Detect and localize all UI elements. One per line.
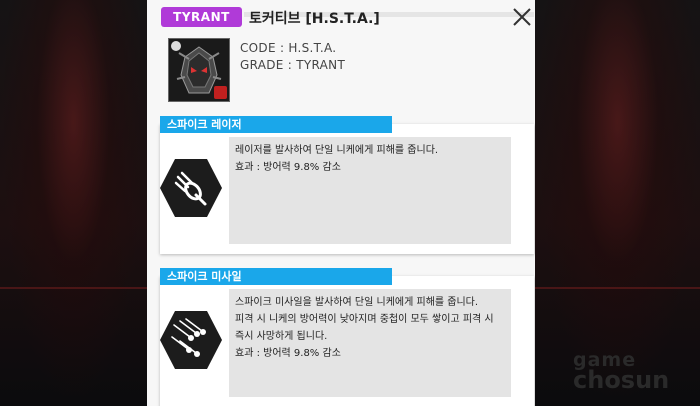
rarity-badge: TYRANT xyxy=(161,7,242,27)
watermark-logo: game chosun xyxy=(573,350,670,394)
code-label: CODE : H.S.T.A. xyxy=(240,41,337,55)
skill-desc-line: 즉시 사망하게 됩니다. xyxy=(235,331,328,342)
skill-title: 스파이크 미사일 xyxy=(160,268,392,285)
background-left xyxy=(0,0,147,406)
element-fire-icon xyxy=(214,86,227,99)
skill-description: 레이저를 발사하여 단일 니케에게 피해를 줍니다. 효과 : 방어력 9.8%… xyxy=(229,137,511,244)
character-name: 토커티브 [H.S.T.A.] xyxy=(249,11,380,27)
laser-strike-icon xyxy=(158,155,224,221)
skill-desc-line: 피격 시 니케의 방어력이 낮아지며 중첩이 모두 쌓이고 피격 시 xyxy=(235,314,494,325)
missile-barrage-icon xyxy=(158,307,224,373)
grade-label: GRADE : TYRANT xyxy=(240,58,346,72)
character-portrait xyxy=(168,38,230,102)
faction-icon xyxy=(171,41,181,51)
close-button[interactable] xyxy=(511,6,533,28)
skill-effect-line: 효과 : 방어력 9.8% 감소 xyxy=(235,162,341,173)
skill-description: 스파이크 미사일을 발사하여 단일 니케에게 피해를 줍니다. 피격 시 니케의… xyxy=(229,289,511,397)
background-stripe-left xyxy=(0,287,147,289)
skill-title: 스파이크 레이저 xyxy=(160,116,392,133)
skill-effect-line: 효과 : 방어력 9.8% 감소 xyxy=(235,348,341,359)
close-icon xyxy=(513,8,531,26)
watermark-line: chosun xyxy=(573,366,670,394)
background-right xyxy=(535,0,700,406)
skill-desc-line: 스파이크 미사일을 발사하여 단일 니케에게 피해를 줍니다. xyxy=(235,297,479,308)
background-stripe-right xyxy=(535,287,700,289)
skill-desc-line: 레이저를 발사하여 단일 니케에게 피해를 줍니다. xyxy=(235,145,439,156)
character-info-modal: TYRANT 토커티브 [H.S.T.A.] CODE : H.S.T.A. G… xyxy=(147,0,535,406)
